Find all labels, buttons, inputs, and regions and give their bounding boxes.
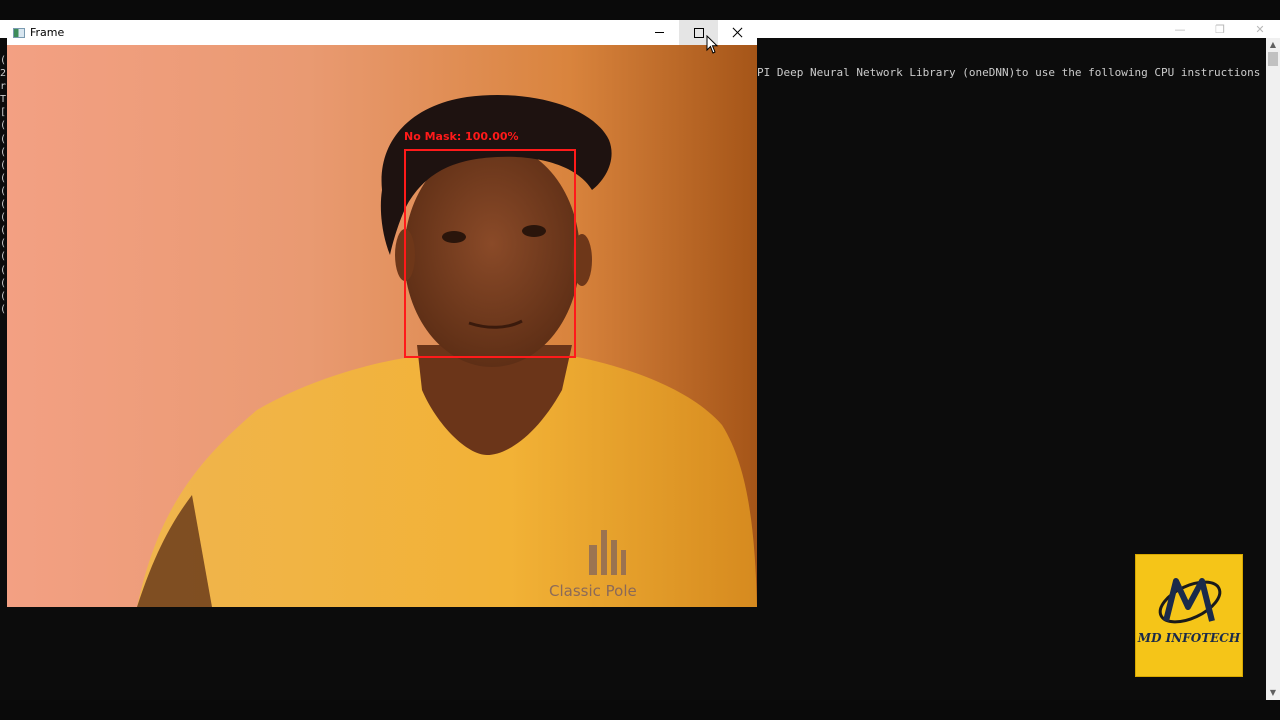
console-window-controls: — ❐ ✕ — [1160, 20, 1280, 38]
console-output-line: PI Deep Neural Network Library (oneDNN)t… — [757, 66, 1266, 79]
minimize-icon — [655, 32, 664, 33]
console-restore-icon[interactable]: ❐ — [1200, 20, 1240, 38]
logo-text: MD INFOTECH — [1137, 631, 1241, 645]
console-minimize-icon[interactable]: — — [1160, 20, 1200, 38]
console-scrollbar[interactable]: ▲ ▼ — [1266, 38, 1280, 700]
camera-feed: No Mask: 100.00% Classic Pole — [7, 45, 757, 607]
maximize-icon — [693, 27, 704, 38]
shirt-brand-text: Classic Pole — [549, 582, 637, 600]
scrollbar-thumb[interactable] — [1268, 52, 1278, 66]
frame-titlebar[interactable]: Frame — [7, 20, 757, 45]
console-left-edge-text: ( 2 r T [ ( ( ( ( ( ( ( ( ( ( ( ( ( ( ( — [0, 55, 7, 315]
detection-label: No Mask: 100.00% — [404, 130, 519, 143]
close-icon — [732, 27, 743, 38]
logo-mark-icon — [1158, 578, 1222, 624]
window-app-icon — [13, 27, 25, 38]
frame-window: Frame No Mask: 100.00% Classic Pole — [7, 20, 757, 607]
scroll-down-icon[interactable]: ▼ — [1266, 686, 1280, 700]
letterbox-top — [0, 0, 1280, 20]
camera-scene — [137, 94, 757, 607]
window-title: Frame — [30, 26, 65, 39]
mouse-pointer-icon — [706, 35, 719, 54]
close-button[interactable] — [718, 20, 757, 45]
console-close-icon[interactable]: ✕ — [1240, 20, 1280, 38]
window-controls — [640, 20, 757, 45]
md-infotech-logo: MD INFOTECH — [1135, 554, 1243, 677]
minimize-button[interactable] — [640, 20, 679, 45]
letterbox-bottom — [0, 700, 1280, 720]
face-detection-box — [404, 149, 576, 358]
scroll-up-icon[interactable]: ▲ — [1266, 38, 1280, 52]
